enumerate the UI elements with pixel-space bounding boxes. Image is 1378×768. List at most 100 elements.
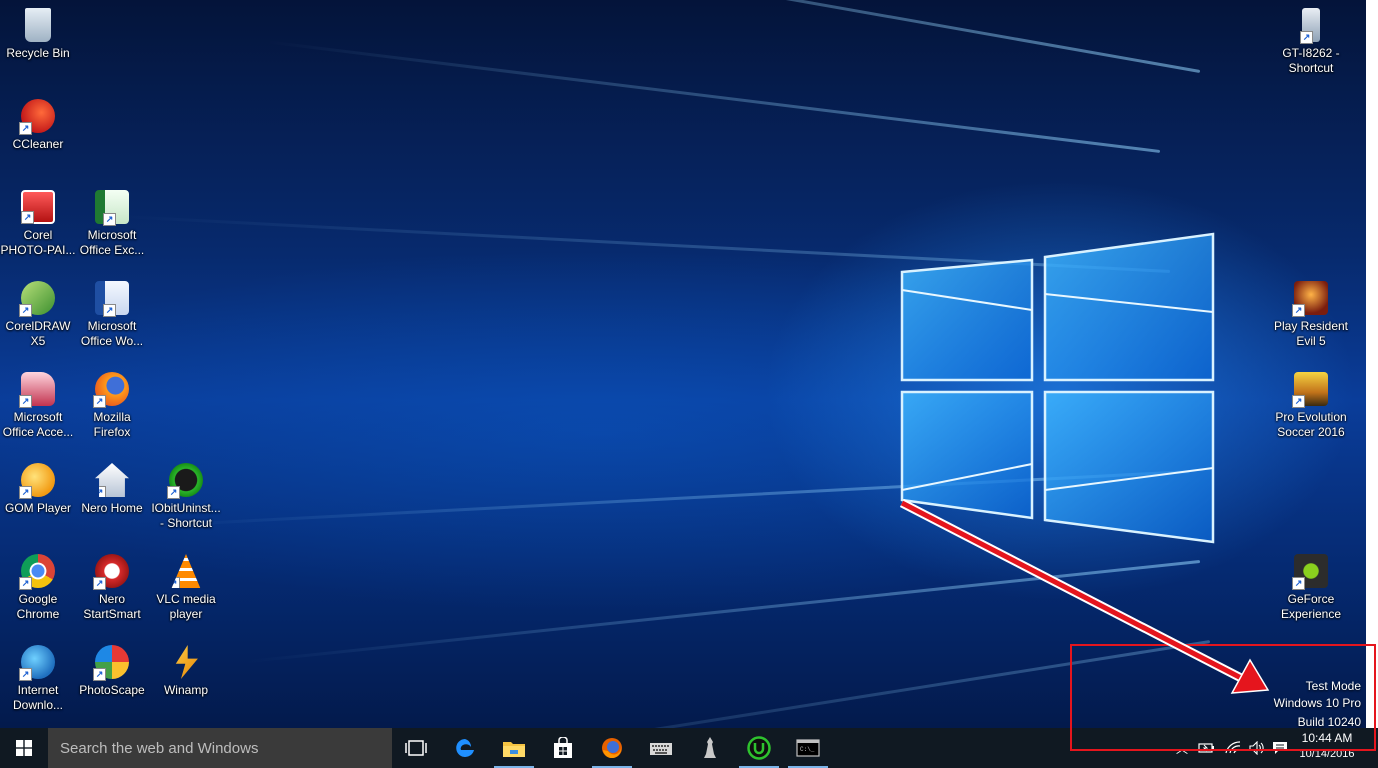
desktop-icon-label: Microsoft Office Exc... (79, 228, 145, 257)
edge-icon (456, 739, 474, 757)
desktop-icon-geforce[interactable]: ↗ GeForce Experience (1273, 548, 1349, 622)
screen-edge (1366, 0, 1378, 728)
desktop-icon-winamp[interactable]: ↗ Winamp (148, 639, 224, 698)
iobit-uninstaller-icon: ↗ (167, 463, 203, 499)
desktop-icon-firefox[interactable]: ↗ Mozilla Firefox (74, 366, 150, 440)
desktop-icon-label: Microsoft Office Wo... (80, 319, 144, 348)
search-box[interactable]: Search the web and Windows (48, 728, 392, 768)
desktop-icon-label: PhotoScape (79, 683, 145, 697)
desktop-icon-gom-player[interactable]: ↗ GOM Player (0, 457, 76, 516)
photoscape-icon: ↗ (93, 645, 129, 681)
desktop-icon-photoscape[interactable]: ↗ PhotoScape (74, 639, 150, 698)
store-icon (554, 737, 572, 758)
winamp-icon: ↗ (175, 645, 198, 679)
start-button[interactable] (0, 728, 48, 768)
shortcut-arrow-icon: ↗ (1292, 395, 1305, 408)
shortcut-arrow-icon: ↗ (93, 577, 106, 590)
annotation-highlight-box (1070, 644, 1376, 751)
svg-text:C:\_: C:\_ (800, 746, 815, 753)
ccleaner-icon: ↗ (19, 99, 55, 135)
desktop-icon-label: Nero Home (81, 501, 143, 515)
desktop-icon-label: GT-I8262 - Shortcut (1282, 46, 1340, 75)
desktop-icon-nero-startsmart[interactable]: ↗ Nero StartSmart (74, 548, 150, 622)
firefox-icon (602, 738, 622, 759)
desktop-icon-corel-photo-paint[interactable]: ↗ Corel PHOTO-PAI... (0, 184, 76, 258)
desktop-icon-vlc[interactable]: ↗ VLC media player (148, 548, 224, 622)
light-beam (266, 40, 1161, 153)
desktop-icon-label: Mozilla Firefox (93, 410, 131, 439)
shortcut-arrow-icon: ↗ (103, 213, 116, 226)
file-explorer-icon (503, 742, 525, 757)
shortcut-arrow-icon: ↗ (171, 577, 180, 588)
desktop-icon-internet-download-manager[interactable]: ↗ Internet Downlo... (0, 639, 76, 713)
desktop-icon-pes[interactable]: ↗ Pro Evolution Soccer 2016 (1273, 366, 1349, 440)
gom-player-icon: ↗ (19, 463, 55, 499)
resident-evil-icon: ↗ (1292, 281, 1328, 317)
desktop-icon-word[interactable]: ↗ Microsoft Office Wo... (74, 275, 150, 349)
task-view-button[interactable] (392, 728, 440, 768)
shortcut-arrow-icon: ↗ (19, 668, 32, 681)
chrome-icon: ↗ (19, 554, 55, 590)
pes-icon: ↗ (1292, 372, 1328, 408)
taskbar-keyboard[interactable] (637, 728, 685, 768)
taskbar-store[interactable] (539, 728, 587, 768)
desktop-icon-recycle-bin[interactable]: Recycle Bin (0, 2, 76, 61)
desktop-icon-label: Google Chrome (16, 592, 60, 621)
vlc-icon: ↗ (171, 554, 201, 588)
shortcut-arrow-icon: ↗ (1292, 577, 1305, 590)
desktop-icon-resident-evil[interactable]: ↗ Play Resident Evil 5 (1273, 275, 1349, 349)
desktop-icon-nero-home[interactable]: ↗ Nero Home (74, 457, 150, 516)
desktop-icon-label: Internet Downlo... (12, 683, 64, 712)
task-view-icon (405, 740, 427, 756)
chess-icon (704, 737, 716, 758)
shortcut-arrow-icon: ↗ (95, 486, 106, 497)
desktop-icon-ccleaner[interactable]: ↗ CCleaner (0, 93, 76, 152)
light-beam (214, 0, 1201, 73)
shortcut-arrow-icon: ↗ (19, 395, 32, 408)
shortcut-arrow-icon: ↗ (1300, 31, 1313, 44)
desktop-icon-label: Pro Evolution Soccer 2016 (1275, 410, 1347, 439)
corel-photo-paint-icon: ↗ (21, 190, 55, 224)
desktop-icon-label: IObitUninst... - Shortcut (151, 501, 221, 530)
shortcut-arrow-icon: ↗ (93, 668, 106, 681)
cmd-icon: C:\_ (796, 739, 820, 757)
taskbar-cmd[interactable]: C:\_ (784, 728, 832, 768)
coreldraw-icon: ↗ (19, 281, 55, 317)
shortcut-arrow-icon: ↗ (19, 486, 32, 499)
shortcut-arrow-icon: ↗ (103, 304, 116, 317)
taskbar-iobit[interactable] (735, 728, 783, 768)
word-icon: ↗ (95, 281, 129, 317)
desktop-icon-iobit-uninstaller[interactable]: ↗ IObitUninst... - Shortcut (148, 457, 224, 531)
desktop-icon-excel[interactable]: ↗ Microsoft Office Exc... (74, 184, 150, 258)
desktop-icon-label: CorelDRAW X5 (5, 319, 71, 348)
desktop-icon-access[interactable]: ↗ Microsoft Office Acce... (0, 366, 76, 440)
access-icon: ↗ (19, 372, 55, 408)
desktop-icon-gt-i8262[interactable]: ↗ GT-I8262 - Shortcut (1273, 2, 1349, 76)
desktop-icon-label: CCleaner (12, 137, 64, 151)
firefox-icon: ↗ (93, 372, 129, 408)
shortcut-arrow-icon: ↗ (93, 395, 106, 408)
keyboard-icon (650, 743, 672, 755)
windows-logo (900, 232, 1215, 544)
taskbar-chess[interactable] (686, 728, 734, 768)
desktop-icon-label: VLC media player (156, 592, 216, 621)
recycle-bin-icon (25, 8, 51, 42)
nero-home-icon: ↗ (95, 463, 129, 497)
light-beam (245, 560, 1201, 664)
taskbar-firefox[interactable] (588, 728, 636, 768)
desktop-icon-label: Winamp (163, 683, 208, 697)
desktop-icon-label: Play Resident Evil 5 (1273, 319, 1349, 348)
nero-startsmart-icon: ↗ (93, 554, 129, 590)
desktop-icon-coreldraw[interactable]: ↗ CorelDRAW X5 (0, 275, 76, 349)
desktop-icon-label: Microsoft Office Acce... (2, 410, 74, 439)
taskbar-edge[interactable] (441, 728, 489, 768)
shortcut-arrow-icon: ↗ (19, 304, 32, 317)
shortcut-arrow-icon: ↗ (19, 577, 32, 590)
desktop-icon-label: Recycle Bin (6, 46, 70, 60)
phone-icon: ↗ (1300, 8, 1320, 44)
desktop-icon-chrome[interactable]: ↗ Google Chrome (0, 548, 76, 622)
taskbar-file-explorer[interactable] (490, 728, 538, 768)
shortcut-arrow-icon: ↗ (19, 122, 32, 135)
internet-download-manager-icon: ↗ (19, 645, 55, 681)
desktop-icon-label: GOM Player (4, 501, 71, 515)
